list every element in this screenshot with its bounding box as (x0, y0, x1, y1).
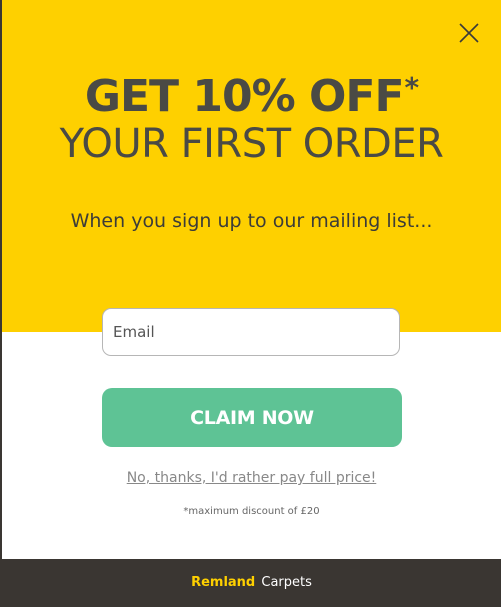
brand-footer: Remland Carpets (2, 559, 501, 607)
close-icon[interactable] (458, 22, 480, 44)
discount-popup: GET 10% OFF* YOUR FIRST ORDER When you s… (2, 0, 501, 607)
decline-link[interactable]: No, thanks, I'd rather pay full price! (2, 468, 501, 488)
offer-headline-text: GET 10% OFF (84, 71, 405, 122)
brand-name-primary: Remland (191, 575, 256, 590)
claim-now-button[interactable]: CLAIM NOW (102, 388, 402, 447)
hero-banner: GET 10% OFF* YOUR FIRST ORDER When you s… (2, 0, 501, 332)
offer-subhead: YOUR FIRST ORDER (59, 121, 444, 167)
offer-tagline: When you sign up to our mailing list... (70, 210, 433, 232)
email-field[interactable] (102, 308, 400, 356)
brand-name-secondary: Carpets (261, 575, 312, 590)
discount-disclaimer: *maximum discount of £20 (183, 506, 320, 517)
offer-asterisk: * (404, 71, 420, 104)
